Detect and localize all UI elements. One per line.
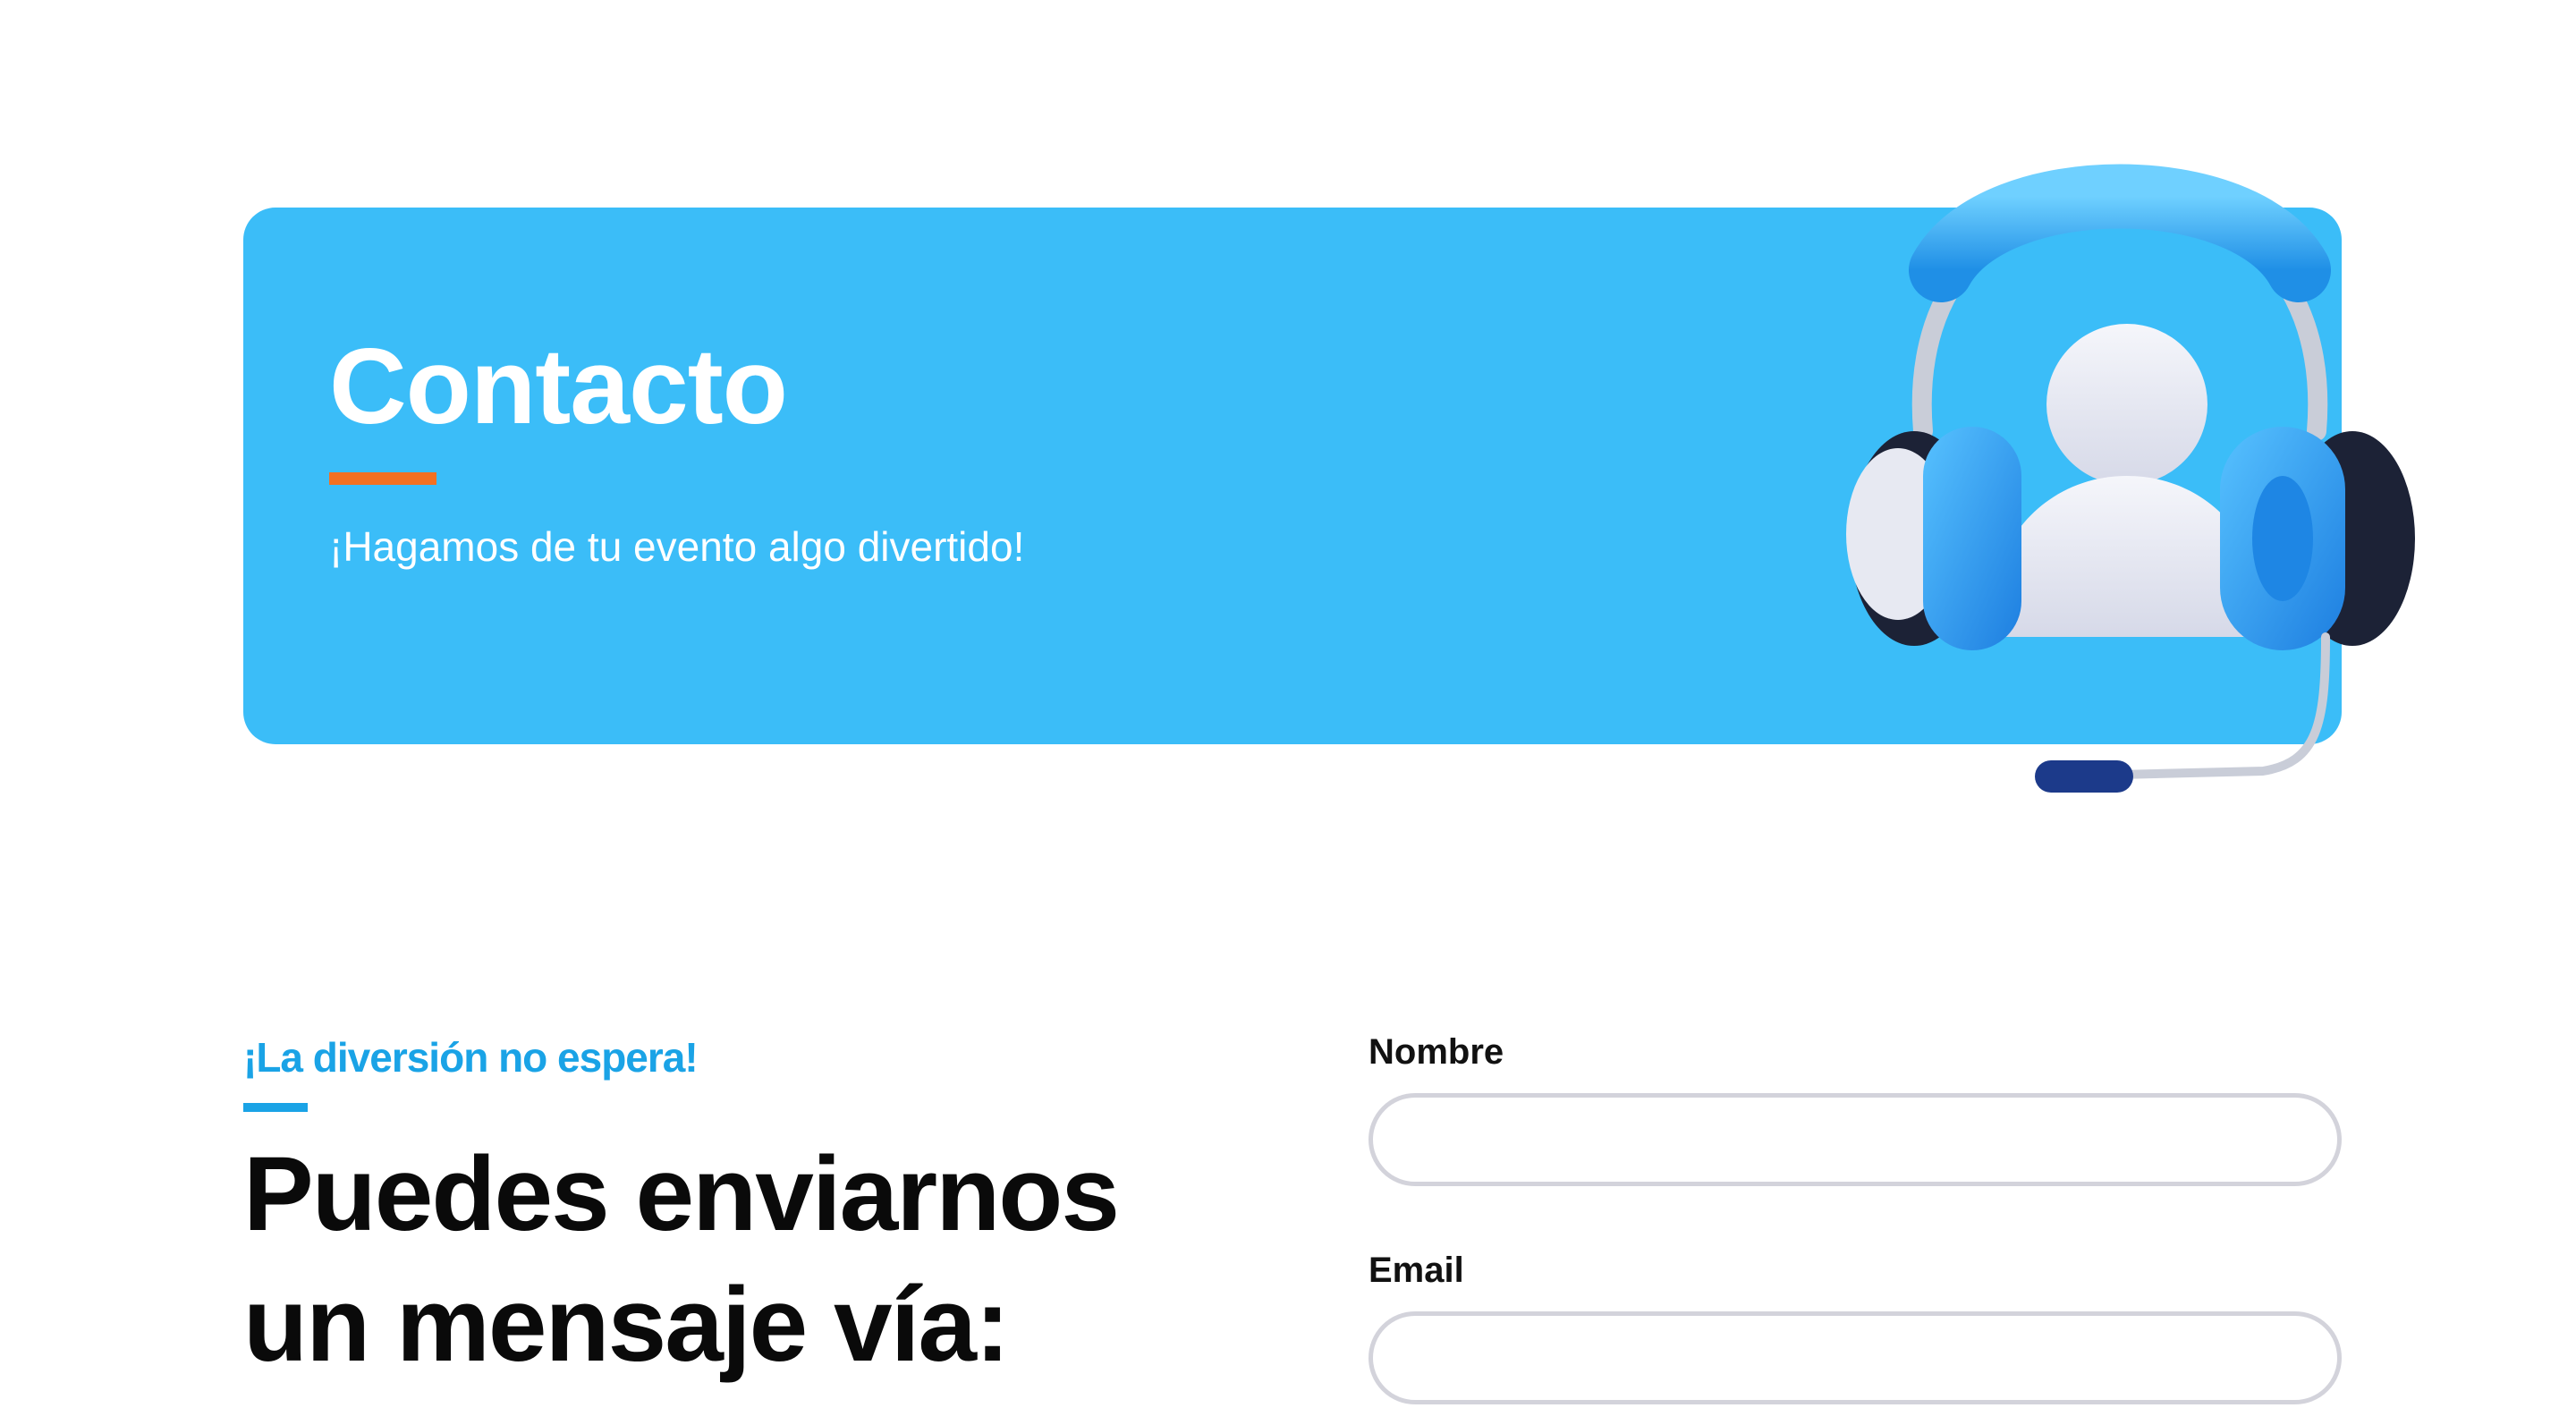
hero-subtitle: ¡Hagamos de tu evento algo divertido! [329,523,1025,570]
person-head [2046,324,2207,485]
page-title: Contacto [329,327,788,446]
email-label: Email [1368,1251,1464,1290]
earcup-right-ring [2252,476,2313,601]
name-label: Nombre [1368,1032,1504,1072]
email-input[interactable] [1368,1311,2342,1404]
section-title: Puedes enviarnos un mensaje vía: [243,1135,1120,1384]
mic-head [2035,760,2133,793]
section-eyebrow: ¡La diversión no espera! [243,1034,699,1081]
contact-page: Contacto ¡Hagamos de tu evento algo dive… [0,0,2576,1408]
headset-user-icon [1846,164,2415,793]
title-underline [329,472,436,485]
mic-boom [2080,632,2330,780]
name-input[interactable] [1368,1093,2342,1186]
headband [1909,164,2331,302]
earcup-left [1923,427,2021,650]
eyebrow-underline [243,1103,308,1112]
